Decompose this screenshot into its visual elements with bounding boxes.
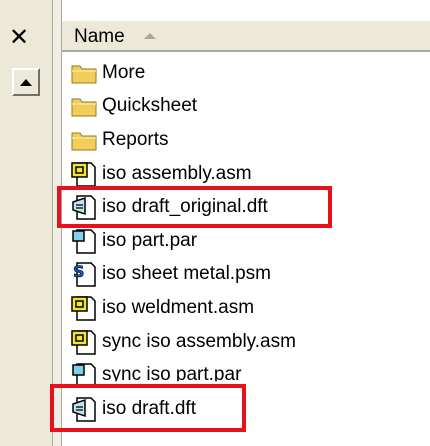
file-name: sync iso assembly.asm bbox=[102, 330, 296, 352]
file-row-iso-weldment[interactable]: iso weldment.asm bbox=[62, 291, 430, 325]
part-file-icon bbox=[70, 361, 98, 389]
file-name: iso part.par bbox=[102, 229, 198, 251]
assembly-file-icon bbox=[70, 160, 98, 188]
folder-icon bbox=[70, 92, 98, 120]
file-name: iso draft.dft bbox=[102, 397, 196, 419]
folder-icon bbox=[70, 126, 98, 154]
sheet-metal-file-icon: S bbox=[70, 260, 98, 288]
file-row-iso-part[interactable]: iso part.par bbox=[62, 224, 430, 258]
sort-ascending-icon bbox=[144, 33, 156, 39]
file-name: More bbox=[102, 61, 146, 83]
scroll-up-button[interactable] bbox=[12, 68, 40, 96]
left-panel-strip: ✕ bbox=[0, 0, 53, 446]
assembly-file-icon bbox=[70, 328, 98, 356]
assembly-file-icon bbox=[70, 294, 98, 322]
name-column-label: Name bbox=[74, 26, 125, 47]
arrow-up-icon bbox=[20, 78, 32, 86]
file-row-sync-iso-part[interactable]: sync iso part.par bbox=[62, 358, 430, 392]
file-name: Reports bbox=[102, 128, 169, 150]
draft-file-icon bbox=[70, 193, 98, 221]
file-row-quicksheet[interactable]: Quicksheet bbox=[62, 90, 430, 124]
file-list: More Quicksheet Reports iso assembly.asm… bbox=[62, 56, 430, 426]
file-name: iso assembly.asm bbox=[102, 162, 252, 184]
part-file-icon bbox=[70, 227, 98, 255]
file-row-iso-sheet-metal[interactable]: S iso sheet metal.psm bbox=[62, 258, 430, 292]
close-icon: ✕ bbox=[8, 23, 30, 51]
file-row-iso-draft[interactable]: iso draft.dft bbox=[62, 392, 430, 426]
file-row-more[interactable]: More bbox=[62, 56, 430, 90]
file-name: Quicksheet bbox=[102, 95, 198, 117]
file-name: iso sheet metal.psm bbox=[102, 263, 271, 285]
file-row-reports[interactable]: Reports bbox=[62, 123, 430, 157]
svg-text:S: S bbox=[73, 262, 85, 281]
close-button[interactable]: ✕ bbox=[6, 24, 32, 50]
panel-divider[interactable] bbox=[53, 0, 62, 446]
file-name: iso weldment.asm bbox=[102, 296, 255, 318]
file-row-sync-iso-assembly[interactable]: sync iso assembly.asm bbox=[62, 325, 430, 359]
file-name: iso draft_original.dft bbox=[102, 196, 268, 218]
draft-file-icon bbox=[70, 395, 98, 423]
folder-icon bbox=[70, 59, 98, 87]
file-row-iso-assembly[interactable]: iso assembly.asm bbox=[62, 157, 430, 191]
file-row-iso-draft-original[interactable]: iso draft_original.dft bbox=[62, 190, 430, 224]
file-name: sync iso part.par bbox=[102, 364, 242, 386]
name-column-header[interactable]: Name bbox=[62, 20, 430, 52]
